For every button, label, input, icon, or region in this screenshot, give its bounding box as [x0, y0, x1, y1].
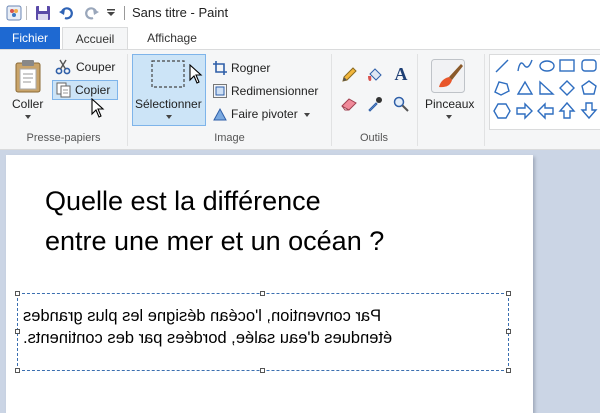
select-cursor-icon — [188, 62, 204, 86]
crop-icon — [212, 60, 228, 76]
hexagon-shape-icon — [493, 103, 511, 119]
up-arrow-shape-icon — [558, 101, 576, 119]
shapes-gallery — [489, 54, 600, 130]
pencil-icon[interactable] — [340, 66, 358, 84]
diamond-shape-icon — [559, 80, 575, 96]
rotate-button[interactable]: Faire pivoter — [231, 107, 298, 121]
pentagon-shape-icon — [581, 80, 597, 95]
resize-icon — [212, 83, 228, 99]
resize-handle[interactable] — [15, 329, 20, 334]
copy-label: Copier — [75, 83, 111, 97]
window-title: Sans titre - Paint — [132, 5, 229, 20]
resize-handle[interactable] — [506, 368, 511, 373]
down-arrow-shape-icon — [580, 102, 598, 120]
ribbon: Coller Couper Copier Presse-papiers Séle… — [0, 49, 600, 150]
copy-icon — [56, 82, 72, 98]
resize-handle[interactable] — [506, 329, 511, 334]
paste-button[interactable]: Coller — [12, 97, 43, 111]
tab-view[interactable]: Affichage — [132, 27, 212, 49]
line-shape-icon — [495, 59, 509, 73]
undo-icon[interactable] — [58, 4, 76, 22]
select-dropdown-arrow[interactable] — [166, 115, 172, 119]
oval-shape-icon — [539, 60, 555, 72]
curve-shape-icon — [517, 59, 533, 72]
rounded-rectangle-shape-icon — [581, 59, 597, 72]
heading-line-1: Quelle est la différence — [45, 186, 321, 216]
title-bar: Sans titre - Paint — [0, 0, 600, 27]
paint-app-icon — [6, 4, 22, 22]
customize-qat-icon[interactable] — [104, 4, 118, 22]
resize-handle[interactable] — [506, 291, 511, 296]
redo-icon[interactable] — [82, 4, 100, 22]
save-icon[interactable] — [34, 4, 52, 22]
resize-handle[interactable] — [260, 368, 265, 373]
scissors-icon — [55, 59, 71, 75]
triangle-shape-icon — [516, 80, 534, 95]
rotate-icon — [212, 106, 228, 122]
clipboard-group-label: Presse-papiers — [26, 132, 101, 144]
paste-icon[interactable] — [13, 58, 43, 94]
brushes-icon[interactable] — [431, 59, 465, 93]
tools-group-label: Outils — [359, 132, 389, 144]
cut-button[interactable]: Couper — [76, 60, 115, 74]
ribbon-tab-bar: Fichier Accueil Affichage — [0, 27, 600, 50]
resize-handle[interactable] — [15, 368, 20, 373]
mirrored-line-1: Par convention, l'océan désigne les plus… — [23, 307, 382, 325]
mirrored-text-block: Par convention, l'océan désigne les plus… — [23, 305, 503, 349]
qat-separator — [26, 6, 27, 20]
magnifier-icon[interactable] — [392, 95, 410, 113]
image-group-label: Image — [214, 132, 245, 144]
tab-file[interactable]: Fichier — [0, 27, 60, 49]
rotate-dropdown-arrow[interactable] — [304, 113, 310, 117]
color-picker-icon[interactable] — [366, 95, 384, 113]
canvas-area: Quelle est la différence entre une mer e… — [0, 150, 600, 413]
group-separator — [417, 54, 418, 146]
rectangle-shape-icon — [559, 59, 575, 72]
mirrored-line-2: étendues d'eau salée, bordées par des co… — [23, 329, 393, 347]
right-arrow-shape-icon — [516, 102, 533, 120]
select-label: Sélectionner — [135, 97, 202, 111]
left-arrow-shape-icon — [537, 102, 554, 120]
polygon-shape-icon — [494, 81, 510, 96]
resize-handle[interactable] — [15, 291, 20, 296]
heading-line-2: entre une mer et un océan ? — [45, 226, 385, 256]
select-icon — [151, 60, 185, 88]
paste-dropdown-arrow[interactable] — [25, 115, 31, 119]
resize-button[interactable]: Redimensionner — [231, 84, 318, 98]
resize-handle[interactable] — [260, 291, 265, 296]
brushes-button[interactable]: Pinceaux — [425, 97, 474, 111]
drawing-canvas[interactable]: Quelle est la différence entre une mer e… — [6, 155, 533, 413]
mouse-cursor-icon — [90, 98, 106, 118]
right-triangle-shape-icon — [539, 80, 555, 95]
brushes-dropdown-arrow[interactable] — [446, 115, 452, 119]
text-icon[interactable]: A — [392, 64, 410, 84]
title-separator — [124, 6, 125, 20]
crop-button[interactable]: Rogner — [231, 61, 270, 75]
eraser-icon[interactable] — [340, 95, 358, 113]
tab-home[interactable]: Accueil — [62, 27, 128, 50]
fill-icon[interactable] — [366, 66, 384, 84]
group-separator — [484, 54, 485, 146]
